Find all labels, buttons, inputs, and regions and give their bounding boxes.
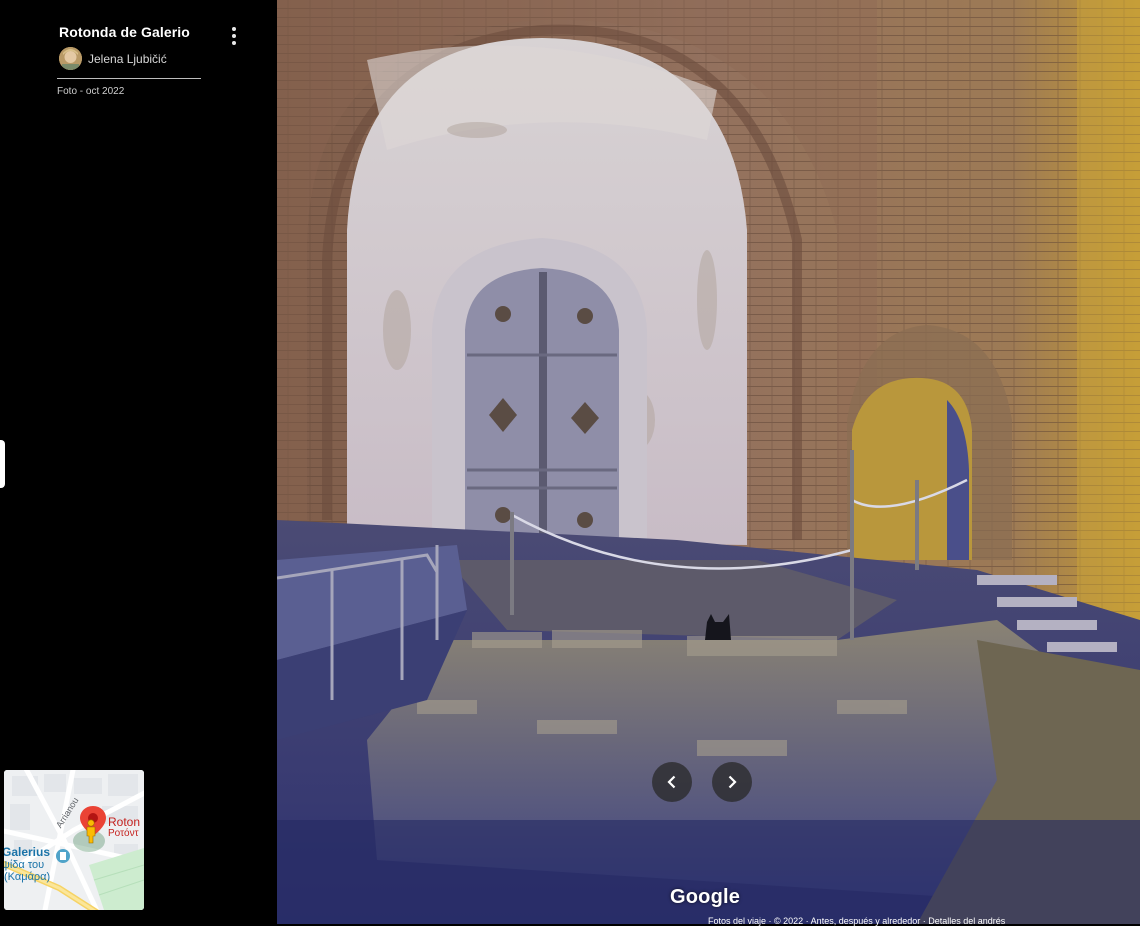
- chevron-right-icon: [728, 775, 737, 789]
- author-name[interactable]: Jelena Ljubičić: [88, 52, 167, 66]
- minimap-place-label: Roton: [108, 815, 140, 829]
- collapse-panel-tab[interactable]: [0, 440, 5, 488]
- next-photo-button[interactable]: [712, 762, 752, 802]
- minimap-poi-label: Galerius: [4, 845, 50, 859]
- legal-footer: Fotos del viaje · © 2022 · Antes, despué…: [708, 916, 1006, 926]
- previous-photo-button[interactable]: [652, 762, 692, 802]
- minimap[interactable]: Arrianou Roton Ροτόντ Galerius ψίδα του …: [4, 770, 144, 910]
- photo-date: Foto - oct 2022: [57, 86, 125, 97]
- more-vert-icon: [232, 27, 236, 31]
- avatar[interactable]: [59, 47, 82, 70]
- google-watermark: Google: [670, 886, 741, 908]
- author-row[interactable]: Jelena Ljubičić: [59, 47, 167, 70]
- street-view-photo[interactable]: [277, 0, 1140, 924]
- divider: [57, 78, 201, 79]
- minimap-place-label-greek: Ροτόντ: [108, 827, 139, 839]
- minimap-poi-label-greek-2: (Καμάρα): [4, 871, 50, 883]
- place-title: Rotonda de Galerio: [59, 24, 190, 40]
- chevron-left-icon: [667, 775, 676, 789]
- more-options-button[interactable]: [224, 25, 244, 47]
- minimap-poi-label-greek: ψίδα του: [4, 859, 44, 871]
